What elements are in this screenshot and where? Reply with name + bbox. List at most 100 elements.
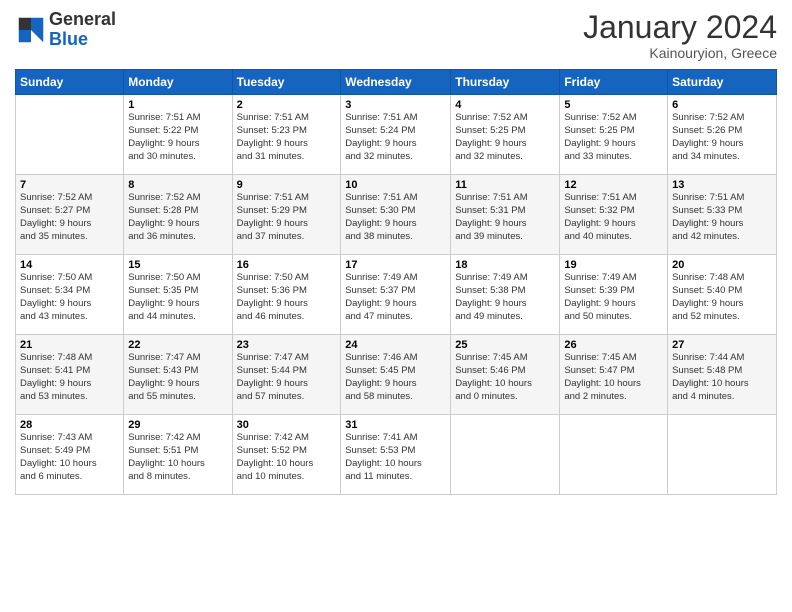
calendar-cell: 2Sunrise: 7:51 AM Sunset: 5:23 PM Daylig… [232,95,341,175]
day-info: Sunrise: 7:51 AM Sunset: 5:29 PM Dayligh… [237,192,337,243]
calendar-cell: 15Sunrise: 7:50 AM Sunset: 5:35 PM Dayli… [124,255,232,335]
day-info: Sunrise: 7:47 AM Sunset: 5:43 PM Dayligh… [128,352,227,403]
calendar-cell: 17Sunrise: 7:49 AM Sunset: 5:37 PM Dayli… [341,255,451,335]
day-info: Sunrise: 7:45 AM Sunset: 5:47 PM Dayligh… [564,352,663,403]
calendar-cell: 8Sunrise: 7:52 AM Sunset: 5:28 PM Daylig… [124,175,232,255]
calendar-cell [16,95,124,175]
day-info: Sunrise: 7:50 AM Sunset: 5:34 PM Dayligh… [20,272,119,323]
day-info: Sunrise: 7:51 AM Sunset: 5:22 PM Dayligh… [128,112,227,163]
day-info: Sunrise: 7:51 AM Sunset: 5:24 PM Dayligh… [345,112,446,163]
day-number: 6 [672,99,772,111]
calendar-cell: 11Sunrise: 7:51 AM Sunset: 5:31 PM Dayli… [451,175,560,255]
calendar-container: General Blue January 2024 Kainouryion, G… [0,0,792,612]
logo: General Blue [15,10,116,50]
day-info: Sunrise: 7:52 AM Sunset: 5:27 PM Dayligh… [20,192,119,243]
day-number: 30 [237,419,337,431]
calendar-cell: 7Sunrise: 7:52 AM Sunset: 5:27 PM Daylig… [16,175,124,255]
day-number: 28 [20,419,119,431]
calendar-cell: 14Sunrise: 7:50 AM Sunset: 5:34 PM Dayli… [16,255,124,335]
col-header-wednesday: Wednesday [341,70,451,95]
col-header-saturday: Saturday [668,70,777,95]
calendar-cell: 28Sunrise: 7:43 AM Sunset: 5:49 PM Dayli… [16,415,124,495]
day-number: 3 [345,99,446,111]
day-info: Sunrise: 7:41 AM Sunset: 5:53 PM Dayligh… [345,432,446,483]
calendar-cell: 21Sunrise: 7:48 AM Sunset: 5:41 PM Dayli… [16,335,124,415]
calendar-cell: 4Sunrise: 7:52 AM Sunset: 5:25 PM Daylig… [451,95,560,175]
calendar-cell [560,415,668,495]
day-number: 2 [237,99,337,111]
calendar-cell: 26Sunrise: 7:45 AM Sunset: 5:47 PM Dayli… [560,335,668,415]
day-info: Sunrise: 7:50 AM Sunset: 5:35 PM Dayligh… [128,272,227,323]
calendar-cell: 16Sunrise: 7:50 AM Sunset: 5:36 PM Dayli… [232,255,341,335]
calendar-cell [451,415,560,495]
week-row-4: 21Sunrise: 7:48 AM Sunset: 5:41 PM Dayli… [16,335,777,415]
calendar-title: January 2024 [583,10,777,45]
day-info: Sunrise: 7:48 AM Sunset: 5:40 PM Dayligh… [672,272,772,323]
day-number: 13 [672,179,772,191]
day-number: 29 [128,419,227,431]
calendar-cell: 20Sunrise: 7:48 AM Sunset: 5:40 PM Dayli… [668,255,777,335]
day-info: Sunrise: 7:51 AM Sunset: 5:33 PM Dayligh… [672,192,772,243]
day-info: Sunrise: 7:49 AM Sunset: 5:39 PM Dayligh… [564,272,663,323]
day-number: 23 [237,339,337,351]
col-header-monday: Monday [124,70,232,95]
day-number: 31 [345,419,446,431]
calendar-cell: 27Sunrise: 7:44 AM Sunset: 5:48 PM Dayli… [668,335,777,415]
calendar-cell: 31Sunrise: 7:41 AM Sunset: 5:53 PM Dayli… [341,415,451,495]
day-number: 24 [345,339,446,351]
logo-icon [17,16,45,44]
calendar-cell: 29Sunrise: 7:42 AM Sunset: 5:51 PM Dayli… [124,415,232,495]
day-number: 11 [455,179,555,191]
week-row-1: 1Sunrise: 7:51 AM Sunset: 5:22 PM Daylig… [16,95,777,175]
day-number: 20 [672,259,772,271]
day-info: Sunrise: 7:52 AM Sunset: 5:28 PM Dayligh… [128,192,227,243]
calendar-cell: 23Sunrise: 7:47 AM Sunset: 5:44 PM Dayli… [232,335,341,415]
day-number: 9 [237,179,337,191]
col-header-friday: Friday [560,70,668,95]
day-number: 4 [455,99,555,111]
day-number: 15 [128,259,227,271]
day-info: Sunrise: 7:48 AM Sunset: 5:41 PM Dayligh… [20,352,119,403]
day-info: Sunrise: 7:50 AM Sunset: 5:36 PM Dayligh… [237,272,337,323]
day-number: 5 [564,99,663,111]
title-block: January 2024 Kainouryion, Greece [583,10,777,61]
calendar-cell: 22Sunrise: 7:47 AM Sunset: 5:43 PM Dayli… [124,335,232,415]
day-info: Sunrise: 7:49 AM Sunset: 5:37 PM Dayligh… [345,272,446,323]
day-number: 1 [128,99,227,111]
day-number: 19 [564,259,663,271]
week-row-3: 14Sunrise: 7:50 AM Sunset: 5:34 PM Dayli… [16,255,777,335]
day-info: Sunrise: 7:51 AM Sunset: 5:32 PM Dayligh… [564,192,663,243]
calendar-cell: 19Sunrise: 7:49 AM Sunset: 5:39 PM Dayli… [560,255,668,335]
calendar-cell: 25Sunrise: 7:45 AM Sunset: 5:46 PM Dayli… [451,335,560,415]
day-number: 16 [237,259,337,271]
day-info: Sunrise: 7:52 AM Sunset: 5:26 PM Dayligh… [672,112,772,163]
col-header-tuesday: Tuesday [232,70,341,95]
day-number: 14 [20,259,119,271]
day-number: 21 [20,339,119,351]
day-info: Sunrise: 7:51 AM Sunset: 5:30 PM Dayligh… [345,192,446,243]
day-info: Sunrise: 7:42 AM Sunset: 5:52 PM Dayligh… [237,432,337,483]
calendar-table: SundayMondayTuesdayWednesdayThursdayFrid… [15,69,777,495]
calendar-cell: 9Sunrise: 7:51 AM Sunset: 5:29 PM Daylig… [232,175,341,255]
day-info: Sunrise: 7:43 AM Sunset: 5:49 PM Dayligh… [20,432,119,483]
day-info: Sunrise: 7:52 AM Sunset: 5:25 PM Dayligh… [564,112,663,163]
day-info: Sunrise: 7:51 AM Sunset: 5:31 PM Dayligh… [455,192,555,243]
logo-text: General Blue [49,10,116,50]
calendar-cell: 3Sunrise: 7:51 AM Sunset: 5:24 PM Daylig… [341,95,451,175]
day-number: 7 [20,179,119,191]
day-number: 17 [345,259,446,271]
day-number: 8 [128,179,227,191]
day-number: 10 [345,179,446,191]
day-info: Sunrise: 7:51 AM Sunset: 5:23 PM Dayligh… [237,112,337,163]
calendar-cell: 6Sunrise: 7:52 AM Sunset: 5:26 PM Daylig… [668,95,777,175]
day-info: Sunrise: 7:47 AM Sunset: 5:44 PM Dayligh… [237,352,337,403]
day-info: Sunrise: 7:42 AM Sunset: 5:51 PM Dayligh… [128,432,227,483]
header: General Blue January 2024 Kainouryion, G… [15,10,777,61]
header-row: SundayMondayTuesdayWednesdayThursdayFrid… [16,70,777,95]
day-number: 26 [564,339,663,351]
calendar-cell: 24Sunrise: 7:46 AM Sunset: 5:45 PM Dayli… [341,335,451,415]
day-number: 12 [564,179,663,191]
calendar-cell: 1Sunrise: 7:51 AM Sunset: 5:22 PM Daylig… [124,95,232,175]
day-number: 18 [455,259,555,271]
calendar-cell: 12Sunrise: 7:51 AM Sunset: 5:32 PM Dayli… [560,175,668,255]
